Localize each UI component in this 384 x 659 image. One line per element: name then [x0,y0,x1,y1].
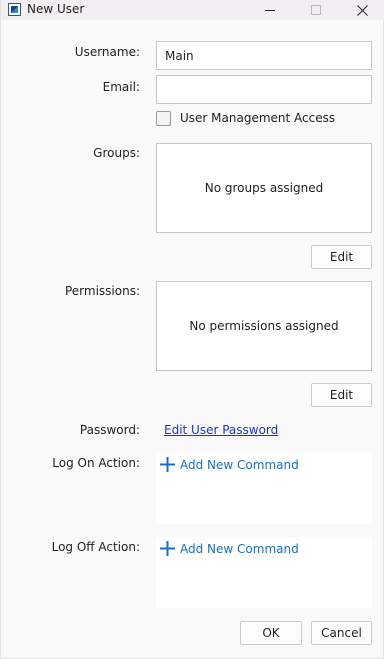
permissions-label: Permissions: [64,284,140,298]
minimize-button[interactable] [247,0,293,20]
edit-user-password-link[interactable]: Edit User Password [164,423,278,437]
groups-empty-text: No groups assigned [204,181,324,195]
logoff-action-area: Add New Command [156,537,372,608]
user-management-access-checkbox[interactable] [156,111,171,126]
username-label: Username: [74,45,140,59]
ok-button[interactable]: OK [240,621,302,645]
username-field[interactable] [156,41,372,70]
permissions-edit-button[interactable]: Edit [311,383,372,407]
cancel-button[interactable]: Cancel [311,621,372,645]
logon-action-area: Add New Command [156,453,372,524]
groups-list[interactable]: No groups assigned [156,143,372,233]
groups-label: Groups: [93,146,140,160]
permissions-empty-text: No permissions assigned [189,319,339,333]
plus-icon [160,541,175,556]
maximize-button[interactable] [293,0,339,20]
close-icon [356,4,368,16]
title-bar[interactable]: New User [1,0,384,20]
email-label: Email: [102,80,140,94]
logoff-add-command-label: Add New Command [180,541,299,556]
app-icon [8,3,21,16]
password-label: Password: [79,423,140,437]
close-button[interactable] [339,0,384,20]
groups-edit-button[interactable]: Edit [311,245,372,269]
permissions-list[interactable]: No permissions assigned [156,281,372,371]
window-title: New User [27,2,85,16]
new-user-dialog: New User Username: Email: User Managemen… [0,0,384,659]
logon-add-command-label: Add New Command [180,457,299,472]
maximize-icon [311,5,321,15]
logon-action-label: Log On Action: [52,456,140,470]
logoff-action-label: Log Off Action: [51,540,140,554]
plus-icon [160,457,175,472]
minimize-icon [265,10,275,11]
logoff-add-command-button[interactable]: Add New Command [160,541,299,556]
logon-add-command-button[interactable]: Add New Command [160,457,299,472]
user-management-access-label[interactable]: User Management Access [180,111,335,125]
email-field[interactable] [156,75,372,104]
